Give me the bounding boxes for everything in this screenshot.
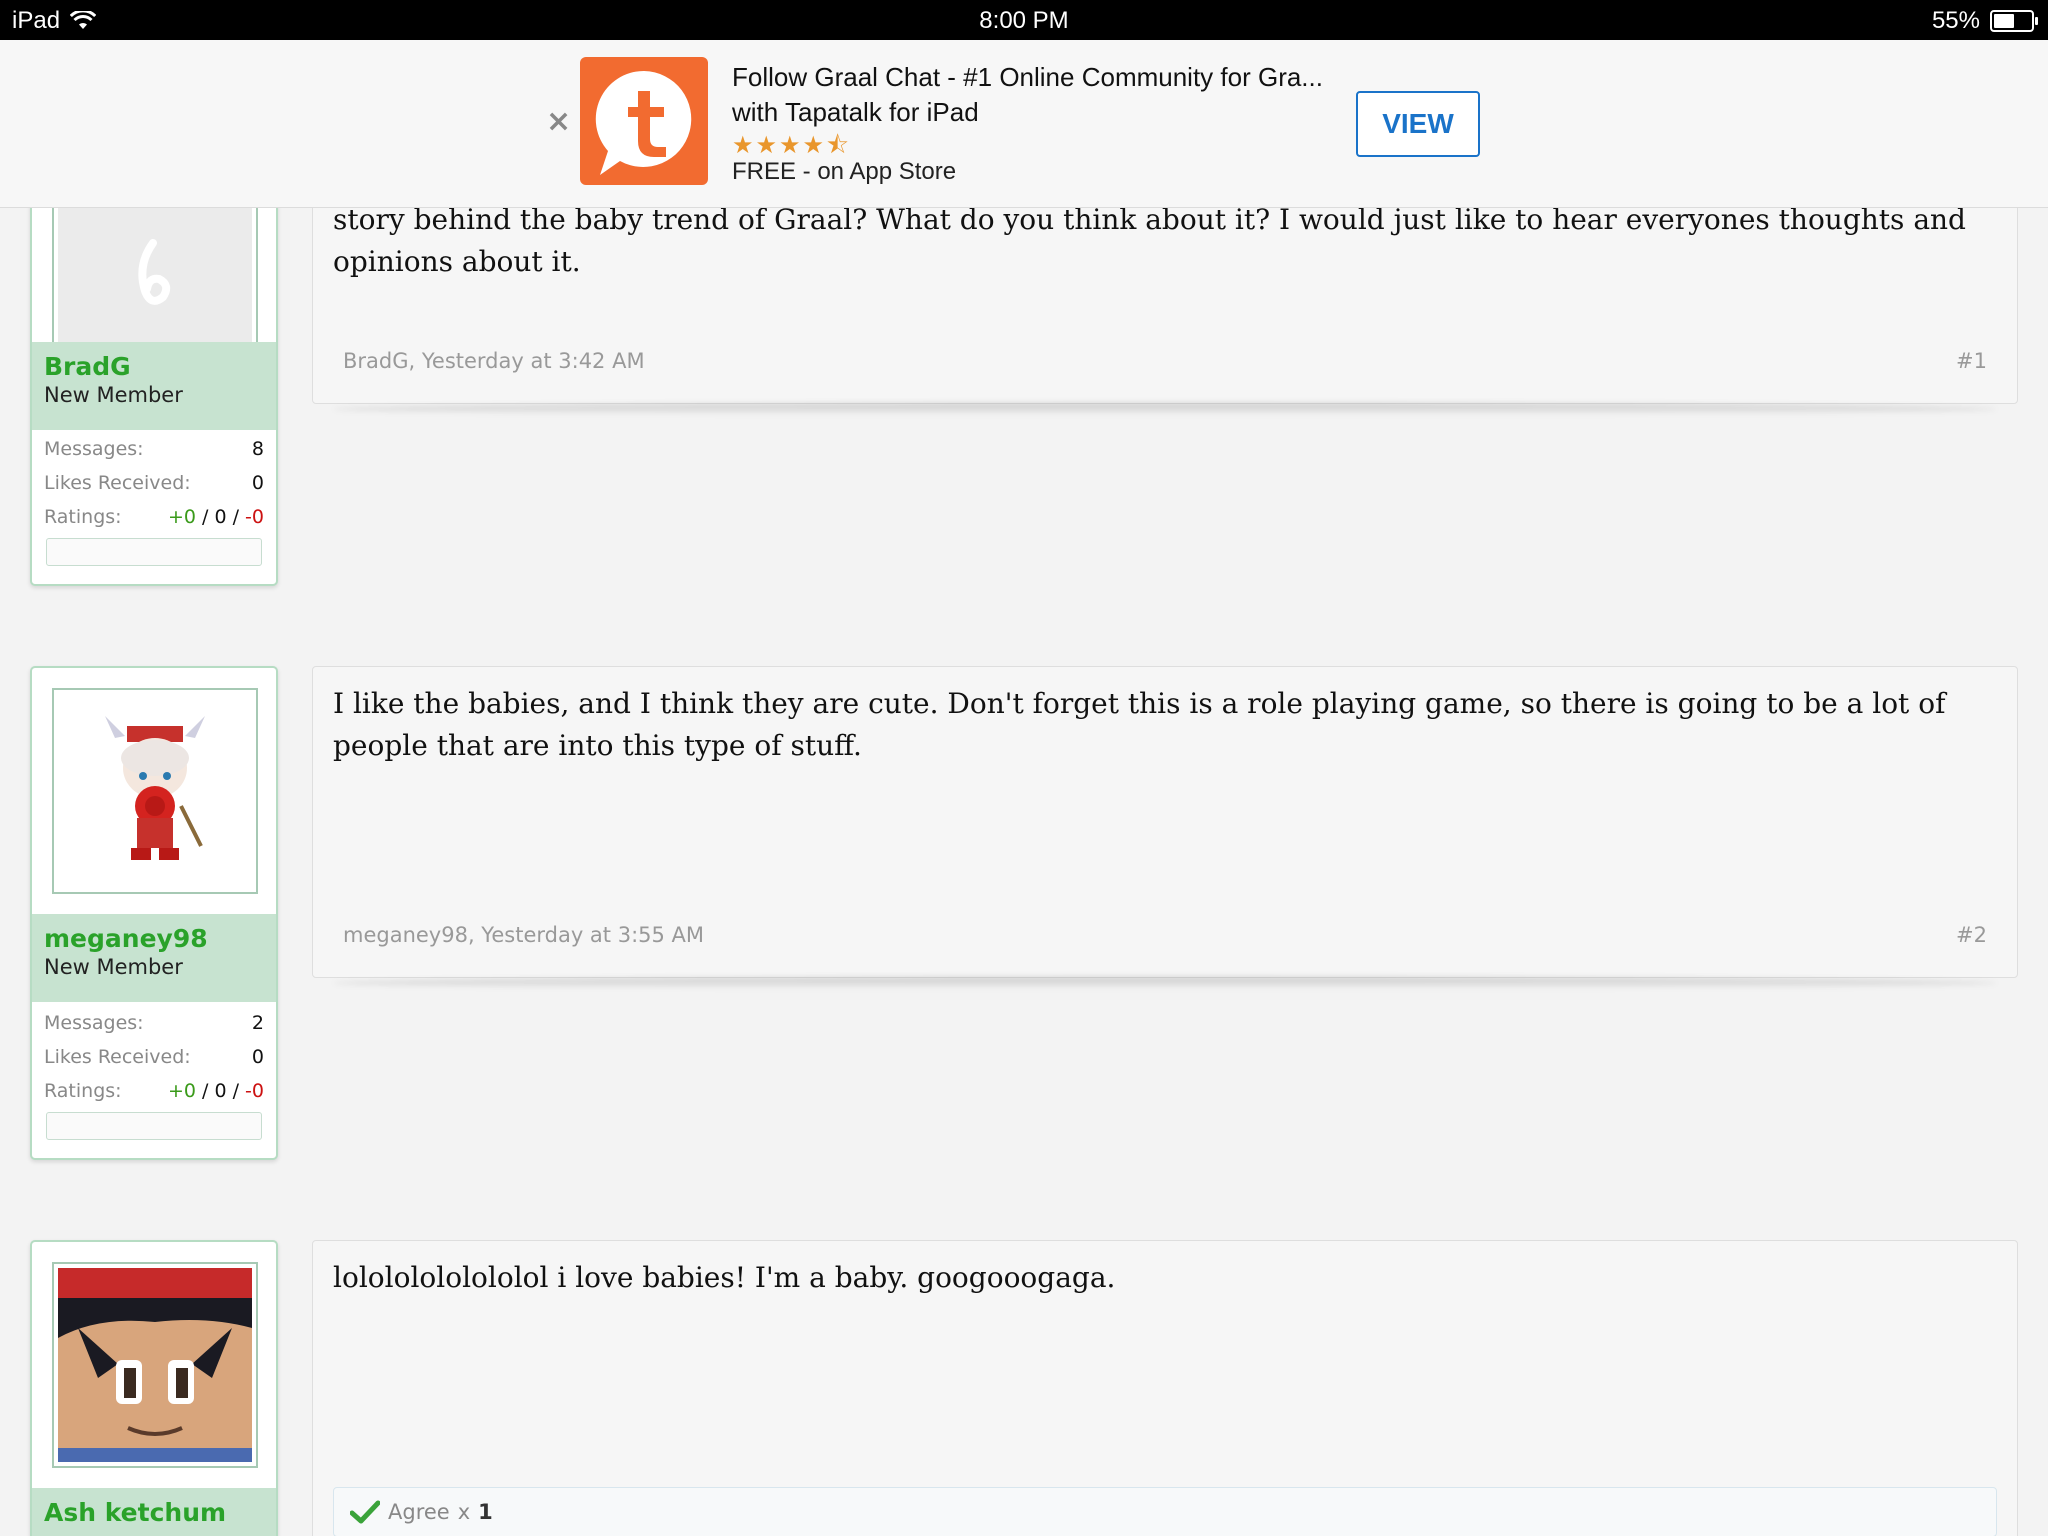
- battery-percent: 55%: [1931, 7, 1980, 34]
- stat-label: Likes Received:: [44, 1046, 191, 1068]
- rating-negative: -0: [245, 506, 264, 528]
- rating-positive: +0: [167, 506, 196, 528]
- stat-label: Ratings:: [44, 506, 122, 528]
- rating-neutral: 0: [214, 506, 227, 528]
- ash-avatar-icon: [58, 1268, 252, 1462]
- avatar[interactable]: [52, 1262, 258, 1468]
- likes-summary[interactable]: Agree x 1: [333, 1487, 1997, 1536]
- rating-bar: [46, 1112, 262, 1140]
- message-body: I like the babies, and I think they are …: [333, 687, 1946, 762]
- avatar[interactable]: [52, 688, 258, 894]
- clock: 8:00 PM: [979, 7, 1069, 34]
- post-number[interactable]: #2: [1956, 923, 1987, 947]
- ad-price: FREE - on App Store: [732, 158, 957, 185]
- message-post: I like the babies, and I think they are …: [312, 666, 2018, 989]
- stat-ratings: Ratings: +0 / 0 / -0: [44, 500, 264, 534]
- stat-label: Messages:: [44, 1012, 144, 1034]
- post-shadow: [333, 403, 1997, 415]
- user-name-block: meganey98 New Member: [32, 914, 276, 1002]
- app-banner-ad: × Follow Graal Chat - #1 Online Communit…: [0, 40, 2048, 208]
- stat-value[interactable]: 8: [252, 438, 264, 460]
- agree-count: 1: [478, 1500, 493, 1524]
- post-author-time[interactable]: BradG, Yesterday at 3:42 AM: [343, 349, 645, 373]
- stat-likes: Likes Received: 0: [44, 1040, 264, 1074]
- close-icon[interactable]: ×: [546, 104, 571, 139]
- rating-bar: [46, 538, 262, 566]
- tapatalk-logo-icon[interactable]: [580, 57, 708, 185]
- stat-messages: Messages: 2: [44, 1006, 264, 1040]
- status-right: 55%: [1931, 7, 2038, 35]
- user-info-panel: meganey98 New Member Messages: 2 Likes R…: [30, 666, 278, 1160]
- ad-title-line2: with Tapatalk for iPad: [732, 97, 979, 127]
- agree-label: Agree: [388, 1500, 450, 1524]
- username[interactable]: BradG: [44, 352, 264, 381]
- ad-title: Follow Graal Chat - #1 Online Community …: [732, 60, 1323, 130]
- default-avatar-icon: [138, 239, 171, 305]
- rating-negative: -0: [245, 1080, 264, 1102]
- user-title: New Member: [44, 383, 183, 407]
- stat-label: Likes Received:: [44, 472, 191, 494]
- username[interactable]: meganey98: [44, 924, 264, 953]
- rating-neutral: 0: [214, 1080, 227, 1102]
- ratings-value: +0 / 0 / -0: [167, 506, 264, 528]
- post-number[interactable]: #1: [1956, 349, 1987, 373]
- stat-ratings: Ratings: +0 / 0 / -0: [44, 1074, 264, 1108]
- username[interactable]: Ash ketchum: [44, 1498, 264, 1527]
- stat-value[interactable]: 2: [252, 1012, 264, 1034]
- user-name-block: Ash ketchum: [32, 1488, 276, 1536]
- stat-value: 0: [251, 472, 264, 494]
- stat-messages: Messages: 8: [44, 432, 264, 466]
- user-stats: Messages: 2 Likes Received: 0 Ratings: +…: [44, 1006, 264, 1108]
- anime-avatar-icon: [105, 716, 205, 860]
- message-post: lolololololololol i love babies! I'm a b…: [312, 1240, 2018, 1536]
- ad-title-line1: Follow Graal Chat - #1 Online Community …: [732, 62, 1323, 92]
- stat-label: Ratings:: [44, 1080, 122, 1102]
- stat-label: Messages:: [44, 438, 144, 460]
- user-info-panel: Ash ketchum: [30, 1240, 278, 1536]
- agree-times: x: [457, 1500, 471, 1524]
- user-stats: Messages: 8 Likes Received: 0 Ratings: +…: [44, 432, 264, 534]
- stat-likes: Likes Received: 0: [44, 466, 264, 500]
- user-info-panel: BradG New Member Messages: 8 Likes Recei…: [30, 150, 278, 586]
- battery-icon: [1990, 10, 2038, 32]
- checkmark-icon: [350, 1500, 380, 1524]
- stat-value: 0: [251, 1046, 264, 1068]
- post-author-time[interactable]: meganey98, Yesterday at 3:55 AM: [343, 923, 704, 947]
- message-body: story behind the baby trend of Graal? Wh…: [333, 203, 1966, 278]
- post-shadow: [333, 977, 1997, 989]
- ratings-value: +0 / 0 / -0: [167, 1080, 264, 1102]
- message-body: lolololololololol i love babies! I'm a b…: [333, 1261, 1116, 1294]
- status-bar: iPad 8:00 PM 55%: [0, 0, 2048, 40]
- user-name-block: BradG New Member: [32, 342, 276, 430]
- view-button[interactable]: VIEW: [1356, 91, 1480, 157]
- user-title: New Member: [44, 955, 183, 979]
- rating-positive: +0: [167, 1080, 196, 1102]
